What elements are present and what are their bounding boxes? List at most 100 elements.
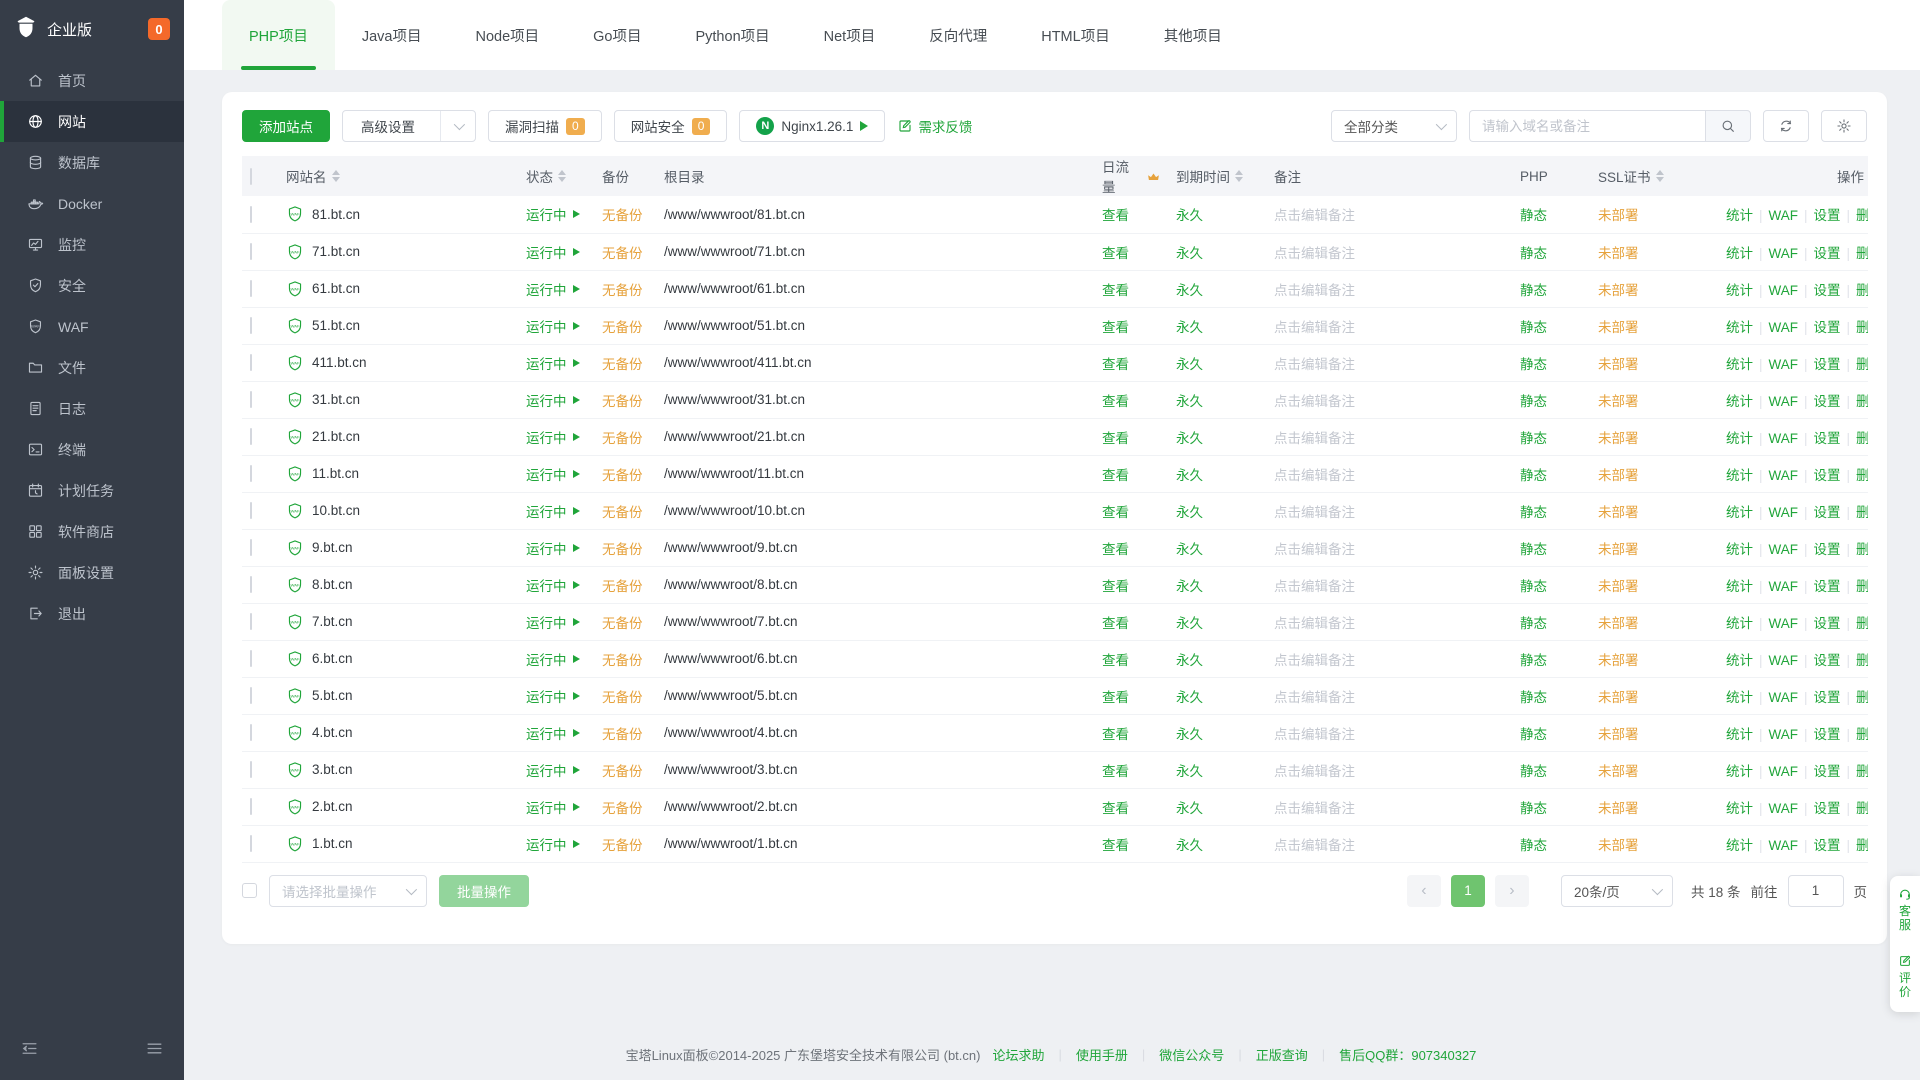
action-删除-link[interactable]: 删除: [1856, 246, 1868, 261]
root-path-link[interactable]: /www/wwwroot/71.bt.cn: [664, 244, 805, 259]
action-WAF-link[interactable]: WAF: [1769, 542, 1799, 557]
action-统计-link[interactable]: 统计: [1726, 727, 1753, 742]
site-name-link[interactable]: 8.bt.cn: [312, 577, 353, 592]
column-header-ssl[interactable]: SSL证书: [1590, 156, 1718, 196]
ssl-status-link[interactable]: 未部署: [1598, 616, 1639, 631]
php-version-link[interactable]: 静态: [1520, 505, 1547, 520]
column-header-name[interactable]: 网站名: [278, 156, 518, 196]
backup-link[interactable]: 无备份: [602, 653, 643, 668]
action-WAF-link[interactable]: WAF: [1769, 246, 1799, 261]
action-统计-link[interactable]: 统计: [1726, 801, 1753, 816]
sort-icon[interactable]: [332, 170, 340, 182]
row-checkbox[interactable]: [250, 576, 252, 593]
expire-time-link[interactable]: 永久: [1176, 357, 1203, 372]
backup-link[interactable]: 无备份: [602, 690, 643, 705]
action-统计-link[interactable]: 统计: [1726, 394, 1753, 409]
site-security-button[interactable]: 网站安全 0: [614, 110, 728, 142]
tab-Java项目[interactable]: Java项目: [335, 0, 449, 70]
edit-note-link[interactable]: 点击编辑备注: [1274, 505, 1355, 520]
footer-link[interactable]: 正版查询: [1256, 1045, 1308, 1064]
action-设置-link[interactable]: 设置: [1814, 653, 1841, 668]
ssl-status-link[interactable]: 未部署: [1598, 542, 1639, 557]
action-删除-link[interactable]: 删除: [1856, 653, 1868, 668]
action-删除-link[interactable]: 删除: [1856, 357, 1868, 372]
backup-link[interactable]: 无备份: [602, 727, 643, 742]
expire-time-link[interactable]: 永久: [1176, 505, 1203, 520]
root-path-link[interactable]: /www/wwwroot/51.bt.cn: [664, 318, 805, 333]
backup-link[interactable]: 无备份: [602, 542, 643, 557]
action-WAF-link[interactable]: WAF: [1769, 764, 1799, 779]
root-path-link[interactable]: /www/wwwroot/10.bt.cn: [664, 503, 805, 518]
root-path-link[interactable]: /www/wwwroot/3.bt.cn: [664, 762, 798, 777]
advanced-settings-dropdown[interactable]: [440, 111, 475, 141]
root-path-link[interactable]: /www/wwwroot/8.bt.cn: [664, 577, 798, 592]
ssl-status-link[interactable]: 未部署: [1598, 579, 1639, 594]
expire-time-link[interactable]: 永久: [1176, 764, 1203, 779]
root-path-link[interactable]: /www/wwwroot/7.bt.cn: [664, 614, 798, 629]
sidebar-item-docker[interactable]: Docker: [0, 183, 184, 224]
action-删除-link[interactable]: 删除: [1856, 801, 1868, 816]
sidebar-item-globe[interactable]: 网站: [0, 101, 184, 142]
action-删除-link[interactable]: 删除: [1856, 838, 1868, 853]
sidebar-item-logs[interactable]: 日志: [0, 388, 184, 429]
sidebar-item-waf[interactable]: WAFWAF: [0, 306, 184, 347]
root-path-link[interactable]: /www/wwwroot/4.bt.cn: [664, 725, 798, 740]
php-version-link[interactable]: 静态: [1520, 468, 1547, 483]
traffic-view-link[interactable]: 查看: [1102, 320, 1129, 335]
row-checkbox[interactable]: [250, 724, 252, 741]
backup-link[interactable]: 无备份: [602, 801, 643, 816]
batch-apply-button[interactable]: 批量操作: [439, 875, 529, 907]
sidebar-item-database[interactable]: 数据库: [0, 142, 184, 183]
php-version-link[interactable]: 静态: [1520, 653, 1547, 668]
site-status[interactable]: 运行中: [526, 279, 580, 299]
expire-time-link[interactable]: 永久: [1176, 542, 1203, 557]
action-删除-link[interactable]: 删除: [1856, 616, 1868, 631]
site-name-link[interactable]: 51.bt.cn: [312, 318, 360, 333]
action-WAF-link[interactable]: WAF: [1769, 468, 1799, 483]
root-path-link[interactable]: /www/wwwroot/21.bt.cn: [664, 429, 805, 444]
site-status[interactable]: 运行中: [526, 242, 580, 262]
action-设置-link[interactable]: 设置: [1814, 690, 1841, 705]
php-version-link[interactable]: 静态: [1520, 727, 1547, 742]
ssl-status-link[interactable]: 未部署: [1598, 764, 1639, 779]
action-统计-link[interactable]: 统计: [1726, 690, 1753, 705]
goto-page-input[interactable]: [1788, 875, 1844, 907]
php-version-link[interactable]: 静态: [1520, 431, 1547, 446]
edit-note-link[interactable]: 点击编辑备注: [1274, 838, 1355, 853]
action-删除-link[interactable]: 删除: [1856, 764, 1868, 779]
tab-PHP项目[interactable]: PHP项目: [222, 0, 335, 70]
action-设置-link[interactable]: 设置: [1814, 838, 1841, 853]
site-status[interactable]: 运行中: [526, 353, 580, 373]
action-设置-link[interactable]: 设置: [1814, 801, 1841, 816]
edit-note-link[interactable]: 点击编辑备注: [1274, 616, 1355, 631]
action-删除-link[interactable]: 删除: [1856, 542, 1868, 557]
site-status[interactable]: 运行中: [526, 390, 580, 410]
action-删除-link[interactable]: 删除: [1856, 579, 1868, 594]
ssl-status-link[interactable]: 未部署: [1598, 431, 1639, 446]
action-设置-link[interactable]: 设置: [1814, 579, 1841, 594]
footer-link[interactable]: 售后QQ群：907340327: [1339, 1045, 1476, 1064]
site-name-link[interactable]: 5.bt.cn: [312, 688, 353, 703]
ssl-status-link[interactable]: 未部署: [1598, 357, 1639, 372]
site-name-link[interactable]: 9.bt.cn: [312, 540, 353, 555]
root-path-link[interactable]: /www/wwwroot/81.bt.cn: [664, 207, 805, 222]
traffic-view-link[interactable]: 查看: [1102, 505, 1129, 520]
sort-icon[interactable]: [1235, 170, 1243, 182]
action-统计-link[interactable]: 统计: [1726, 764, 1753, 779]
traffic-view-link[interactable]: 查看: [1102, 690, 1129, 705]
action-删除-link[interactable]: 删除: [1856, 208, 1868, 223]
expire-time-link[interactable]: 永久: [1176, 246, 1203, 261]
row-checkbox[interactable]: [250, 391, 252, 408]
expire-time-link[interactable]: 永久: [1176, 579, 1203, 594]
action-设置-link[interactable]: 设置: [1814, 283, 1841, 298]
site-name-link[interactable]: 61.bt.cn: [312, 281, 360, 296]
sidebar-item-cron[interactable]: 计划任务: [0, 470, 184, 511]
page-size-select[interactable]: 20条/页: [1561, 875, 1673, 907]
backup-link[interactable]: 无备份: [602, 764, 643, 779]
action-WAF-link[interactable]: WAF: [1769, 690, 1799, 705]
root-path-link[interactable]: /www/wwwroot/5.bt.cn: [664, 688, 798, 703]
site-status[interactable]: 运行中: [526, 723, 580, 743]
row-checkbox[interactable]: [250, 465, 252, 482]
ssl-status-link[interactable]: 未部署: [1598, 394, 1639, 409]
traffic-view-link[interactable]: 查看: [1102, 208, 1129, 223]
